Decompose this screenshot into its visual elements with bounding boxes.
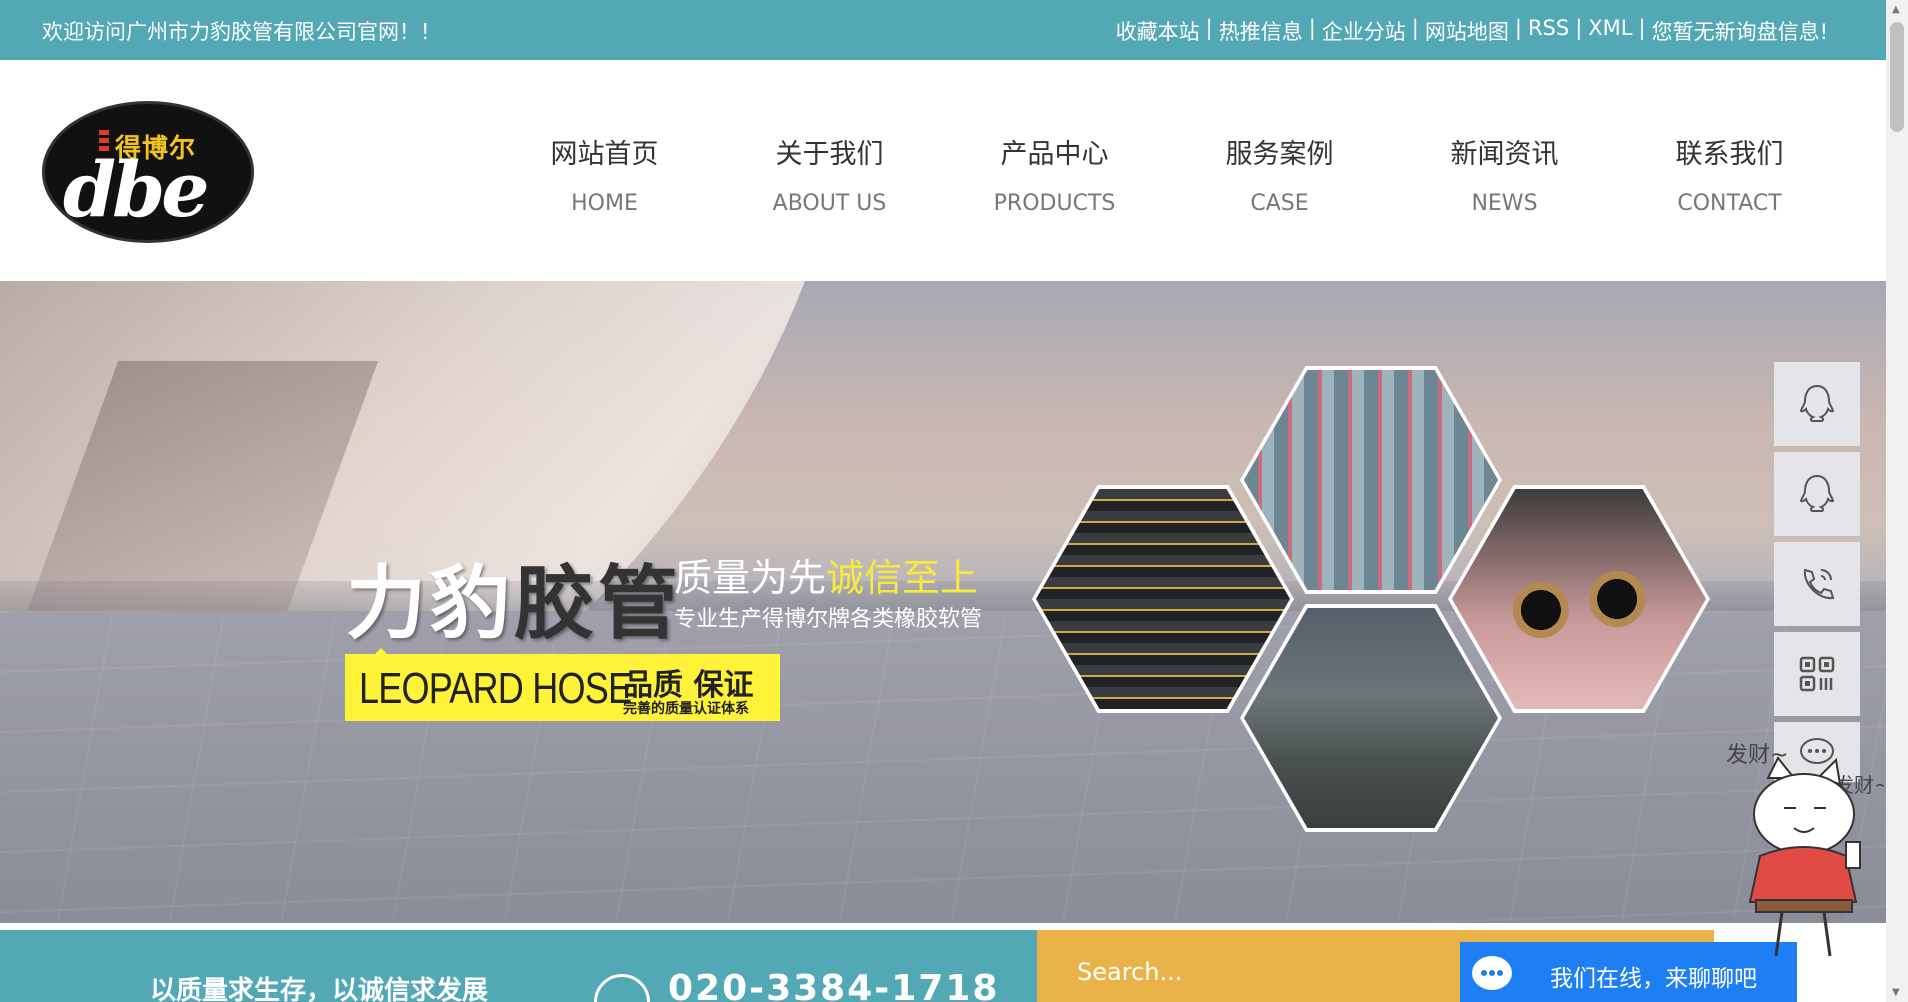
nav-label-cn: 联系我们 bbox=[1675, 139, 1784, 170]
link-bookmark[interactable]: 收藏本站 bbox=[1116, 16, 1200, 46]
nav-item-home[interactable]: 网站首页 HOME bbox=[492, 132, 717, 216]
phone-icon bbox=[1803, 568, 1835, 600]
tag-small: 完善的质量认证体系 bbox=[623, 701, 749, 717]
top-bar: 欢迎访问广州市力豹胶管有限公司官网！！ 收藏本站 | 热推信息 | 企业分站 | 网站… bbox=[0, 0, 1886, 60]
nav-item-about[interactable]: 关于我们 ABOUT US bbox=[717, 132, 942, 216]
scroll-up-arrow-icon[interactable]: ▲ bbox=[1892, 4, 1900, 15]
banner-tagline: 质量为先诚信至上 bbox=[674, 547, 978, 602]
nav-item-products[interactable]: 产品中心 PRODUCTS bbox=[942, 132, 1167, 216]
qq-icon bbox=[1799, 474, 1835, 512]
nav-label-en: HOME bbox=[571, 191, 638, 216]
nav-item-news[interactable]: 新闻资讯 NEWS bbox=[1392, 132, 1617, 216]
banner-slogan: 力豹胶管 质量为先诚信至上 专业生产得博尔牌各类橡胶软管 bbox=[346, 539, 982, 655]
nav-label-cn: 新闻资讯 bbox=[1450, 139, 1559, 170]
site-header: 得博尔 dbe 网站首页 HOME 关于我们 ABOUT US 产品中心 PRO… bbox=[0, 60, 1886, 281]
banner-brand: 力豹胶管 bbox=[346, 539, 682, 655]
tag-english: LEOPARD HOSE bbox=[359, 664, 632, 713]
brand-white: 力豹 bbox=[346, 557, 514, 650]
logo-text-en: dbe bbox=[63, 145, 210, 234]
nav-label-cn: 关于我们 bbox=[775, 139, 884, 170]
nav-item-case[interactable]: 服务案例 CASE bbox=[1167, 132, 1392, 216]
nav-label-en: CONTACT bbox=[1677, 191, 1782, 216]
link-branch-sites[interactable]: 企业分站 bbox=[1322, 16, 1406, 46]
mascot-cat[interactable]: 发财~ 发财~ bbox=[1726, 738, 1891, 962]
info-strip: 以质量求生存，以诚信求发展 020-3384-1718 bbox=[0, 930, 1037, 1002]
tagline-a: 质量为先 bbox=[674, 556, 827, 600]
link-inquiry[interactable]: 您暂无新询盘信息! bbox=[1652, 16, 1828, 46]
scrollbar-thumb[interactable] bbox=[1890, 22, 1904, 132]
cat-illustration: 发财~ 发财~ bbox=[1726, 743, 1891, 957]
nav-label-en: ABOUT US bbox=[772, 191, 887, 216]
hotline-number[interactable]: 020-3384-1718 bbox=[668, 968, 999, 1002]
nav-label-cn: 网站首页 bbox=[550, 139, 659, 170]
scroll-down-arrow-icon[interactable]: ▼ bbox=[1892, 987, 1900, 998]
top-links: 收藏本站 | 热推信息 | 企业分站 | 网站地图 | RSS | XML | 您暂无新询盘… bbox=[1115, 16, 1828, 46]
nav-label-en: CASE bbox=[1250, 191, 1309, 216]
brand-dark: 胶管 bbox=[514, 557, 682, 650]
qrcode-icon bbox=[1799, 656, 1835, 692]
chat-label: 我们在线，来聊聊吧 bbox=[1550, 966, 1757, 992]
nav-label-cn: 服务案例 bbox=[1225, 139, 1334, 170]
nav-label-en: NEWS bbox=[1471, 191, 1538, 216]
link-hot-info[interactable]: 热推信息 bbox=[1219, 16, 1303, 46]
qq-icon bbox=[1799, 384, 1835, 422]
banner-quality-tag: LEOPARD HOSE 品质 保证 完善的质量认证体系 bbox=[345, 648, 780, 721]
nav-label-en: PRODUCTS bbox=[993, 191, 1116, 216]
link-rss[interactable]: RSS bbox=[1528, 16, 1569, 46]
qrcode-service[interactable] bbox=[1774, 632, 1860, 716]
main-nav: 网站首页 HOME 关于我们 ABOUT US 产品中心 PRODUCTS 服务… bbox=[492, 132, 1842, 216]
company-motto: 以质量求生存，以诚信求发展 bbox=[150, 976, 489, 1002]
logo[interactable]: 得博尔 dbe bbox=[42, 101, 254, 243]
tagline-b: 诚信至上 bbox=[826, 556, 979, 600]
qq-service-2[interactable] bbox=[1774, 452, 1860, 536]
chat-bubble-icon bbox=[1472, 956, 1512, 990]
phone-ring-icon bbox=[594, 974, 650, 1002]
link-sitemap[interactable]: 网站地图 bbox=[1425, 16, 1509, 46]
phone-service[interactable] bbox=[1774, 542, 1860, 626]
hero-banner[interactable]: 力豹胶管 质量为先诚信至上 专业生产得博尔牌各类橡胶软管 LEOPARD HOS… bbox=[0, 281, 1886, 923]
hex-photo-warehouse bbox=[1240, 366, 1502, 594]
nav-label-cn: 产品中心 bbox=[1000, 139, 1109, 170]
nav-item-contact[interactable]: 联系我们 CONTACT bbox=[1617, 132, 1842, 216]
search-input[interactable]: Search... bbox=[1077, 958, 1182, 986]
banner-subtitle: 专业生产得博尔牌各类橡胶软管 bbox=[674, 607, 983, 632]
link-xml[interactable]: XML bbox=[1588, 16, 1632, 46]
qq-service-1[interactable] bbox=[1774, 362, 1860, 446]
welcome-text: 欢迎访问广州市力豹胶管有限公司官网！！ bbox=[42, 20, 441, 44]
page-scrollbar[interactable]: ▲ ▼ bbox=[1886, 0, 1908, 1002]
